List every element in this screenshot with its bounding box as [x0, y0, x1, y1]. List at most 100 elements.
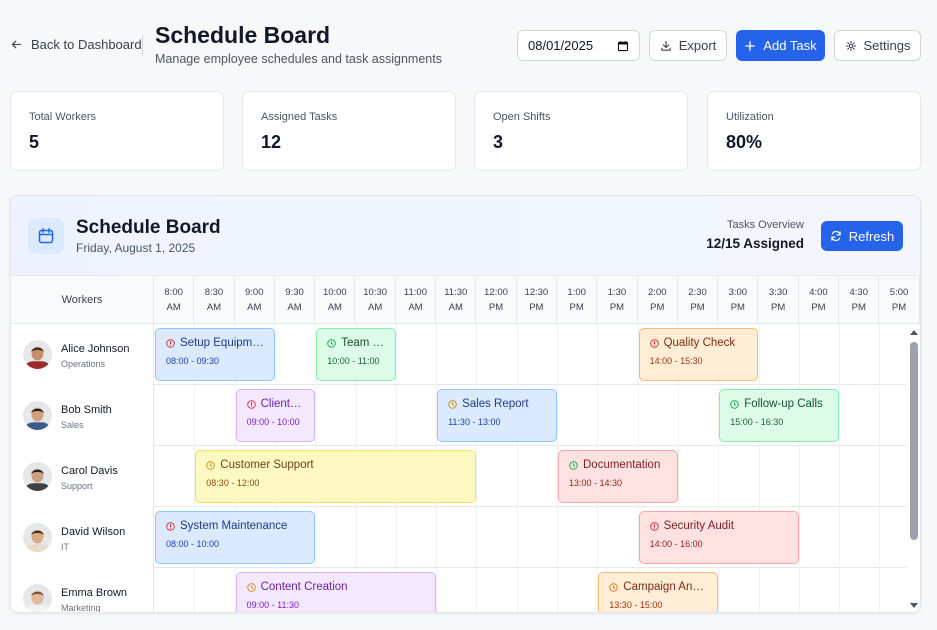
task-block[interactable]: Sales Report 11:30 - 13:00 [437, 389, 557, 442]
grid-line [839, 507, 841, 568]
grid-line [557, 507, 558, 568]
task-block[interactable]: Quality Check 14:00 - 15:30 [638, 328, 759, 381]
task-block[interactable]: Client Call 09:00 - 10:00 [235, 389, 316, 442]
time-slot-hour: 5:00 [889, 287, 909, 298]
refresh-button[interactable]: Refresh [821, 221, 903, 251]
time-slot-period: PM [569, 302, 584, 313]
grid-line [879, 324, 881, 385]
grid-line [677, 385, 679, 446]
scrollbar-thumb[interactable] [910, 342, 918, 540]
task-block[interactable]: Content Creation 09:00 - 11:30 [235, 572, 437, 612]
clock-icon [609, 582, 619, 592]
grid-line [839, 446, 841, 507]
time-slot-header: 11:00 AM [396, 276, 437, 324]
refresh-label: Refresh [848, 228, 895, 244]
tasks-overview-value: 12/15 Assigned [706, 236, 804, 251]
time-slot-header: 8:30 AM [194, 276, 235, 324]
worker-cell[interactable]: Alice Johnson Operations [11, 324, 154, 385]
workers-column-header: Workers [11, 276, 154, 324]
grid-line [395, 385, 397, 446]
time-slot-header: 1:30 PM [597, 276, 638, 324]
worker-name: Carol Davis [61, 465, 118, 477]
time-slot-header: 11:30 AM [436, 276, 477, 324]
task-block[interactable]: Customer Support 08:30 - 12:00 [195, 450, 477, 503]
time-slot-period: PM [690, 302, 705, 313]
back-to-dashboard-link[interactable]: Back to Dashboard [10, 37, 142, 52]
task-title-row: Client Call [246, 398, 304, 410]
task-block[interactable]: Team Meeting 10:00 - 11:00 [316, 328, 396, 381]
grid-line [718, 446, 720, 507]
task-block[interactable]: Campaign Analysis 13:30 - 15:00 [598, 572, 719, 612]
task-title-row: Campaign Analysis [609, 581, 707, 593]
worker-row: David Wilson IT System Maintenance 08:00 - … [11, 507, 906, 568]
time-slot-header: 2:30 PM [678, 276, 719, 324]
grid-line [879, 446, 881, 507]
time-slot-header: 12:00 PM [476, 276, 517, 324]
task-block[interactable]: Documentation 13:00 - 14:30 [558, 450, 678, 503]
time-slot-period: PM [851, 302, 866, 313]
calendar-icon [28, 218, 64, 254]
task-title: Campaign Analysis [623, 581, 708, 593]
calendar-icon [617, 40, 629, 51]
worker-cell[interactable]: David Wilson IT [11, 507, 154, 568]
task-block[interactable]: Security Audit 14:00 - 16:00 [638, 511, 799, 564]
time-slot-hour: 9:30 [285, 287, 304, 298]
task-block[interactable]: System Maintenance 08:00 - 10:00 [155, 511, 316, 564]
settings-button[interactable]: Settings [834, 30, 921, 61]
scroll-up-arrow[interactable] [909, 327, 919, 337]
task-time: 13:30 - 15:00 [609, 600, 663, 610]
worker-cell[interactable]: Emma Brown Marketing [11, 568, 154, 612]
schedule-rows: Alice Johnson Operations Setup Equipment 08… [11, 324, 906, 612]
export-button[interactable]: Export [649, 30, 727, 61]
time-slot-period: AM [408, 302, 423, 313]
task-time: 11:30 - 13:00 [448, 417, 501, 427]
task-block[interactable]: Follow-up Calls 15:00 - 16:30 [719, 389, 840, 442]
time-slot-period: PM [650, 302, 665, 313]
grid-line [557, 385, 558, 446]
clock-icon [206, 460, 216, 470]
task-time: 08:30 - 12:00 [206, 478, 260, 488]
time-slot-header: 10:30 AM [356, 276, 396, 324]
stat-label: Open Shifts [493, 111, 551, 123]
grid-line [879, 568, 881, 612]
stat-label: Utilization [726, 111, 774, 123]
avatar [23, 523, 52, 552]
date-value: 08/01/2025 [528, 38, 594, 53]
board-header: Schedule Board Friday, August 1, 2025 Ta… [11, 196, 920, 276]
grid-line [516, 324, 518, 385]
time-slot-period: AM [287, 302, 302, 313]
grid-line [879, 385, 881, 446]
grid-line [557, 324, 558, 385]
task-block[interactable]: Setup Equipment 08:00 - 09:30 [155, 328, 275, 381]
add-task-button[interactable]: Add Task [736, 30, 825, 61]
task-time: 14:00 - 16:00 [649, 539, 703, 549]
time-slot-hour: 11:00 [403, 287, 427, 298]
time-slot-hour: 10:00 [322, 287, 347, 298]
grid-line [879, 507, 881, 568]
grid-line [436, 507, 438, 568]
grid-line [476, 324, 478, 385]
time-slot-header: 5:00 PM [879, 276, 920, 324]
worker-cell[interactable]: Carol Davis Support [11, 446, 154, 507]
task-title: Security Audit [663, 520, 734, 532]
scroll-down-arrow[interactable] [909, 601, 919, 611]
date-picker[interactable]: 08/01/2025 [517, 30, 640, 61]
worker-cell[interactable]: Bob Smith Sales [11, 385, 154, 446]
time-slot-period: PM [730, 302, 745, 313]
board-date: Friday, August 1, 2025 [76, 241, 196, 255]
time-slot-period: PM [811, 302, 826, 313]
vertical-scrollbar[interactable] [906, 324, 920, 612]
task-title-row: Customer Support [206, 459, 465, 471]
grid-line [637, 385, 639, 446]
task-title: Follow-up Calls [744, 398, 823, 410]
alert-icon [649, 521, 659, 531]
gear-icon [845, 40, 856, 51]
task-title: System Maintenance [180, 520, 288, 532]
task-title-row: Sales Report [448, 398, 546, 410]
time-slot-hour: 12:30 [524, 287, 549, 298]
board-title: Schedule Board [76, 217, 221, 238]
clock-icon [448, 399, 457, 409]
task-title: Sales Report [462, 398, 529, 410]
grid-line [798, 446, 800, 507]
time-slot-period: AM [166, 302, 181, 313]
